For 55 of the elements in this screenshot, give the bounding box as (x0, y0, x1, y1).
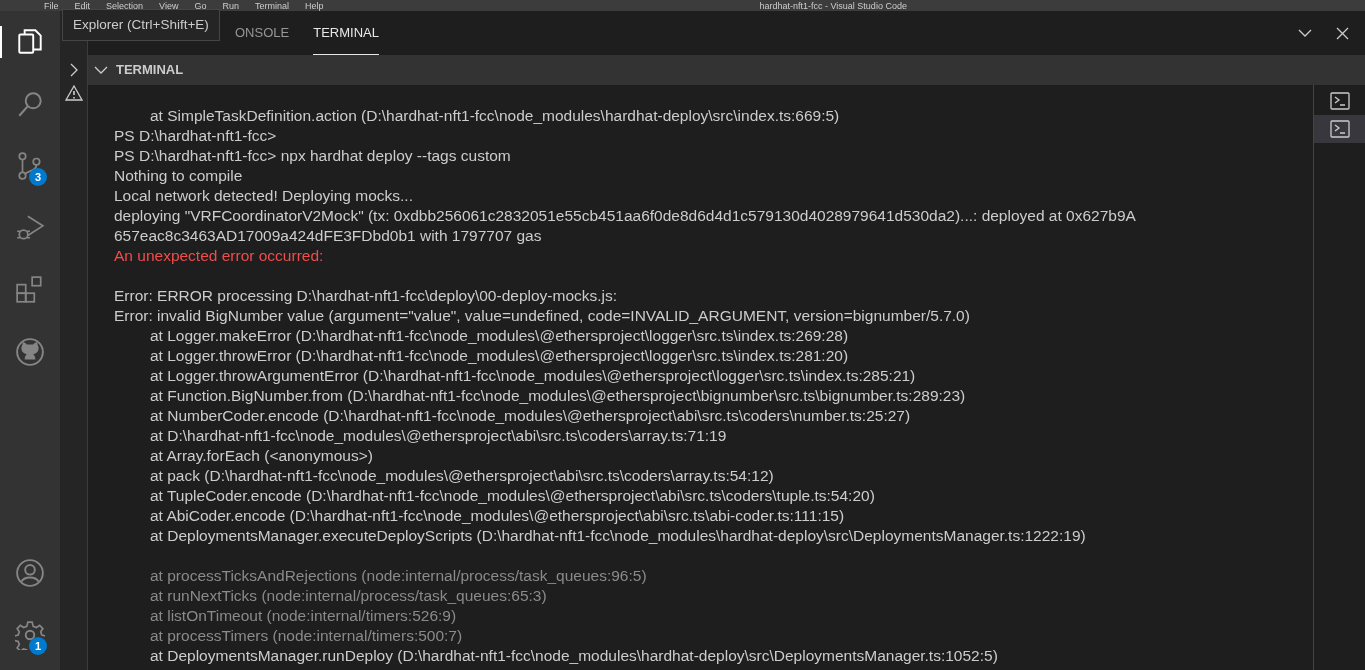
panel-tab[interactable]: ONSOLE (235, 11, 290, 55)
settings-icon[interactable] (15, 620, 45, 650)
chevron-down-icon[interactable] (1298, 28, 1312, 38)
count-badge: 1 (29, 637, 47, 655)
terminal-line: Error: invalid BigNumber value (argument="value", value=undefined, code=INVALID_ARGUMENT, version=bignumber/5.7.0) (114, 306, 971, 326)
terminal-line: at SimpleTaskDefinition.action (D:\hardhat-nft1-fcc\node_modules\hardhat-deploy\src\index.ts:669:5) (149, 106, 841, 126)
terminal-line: Nothing to compile (114, 166, 244, 186)
terminal-line: PS D:\hardhat-nft1-fcc> npx hardhat deploy --tags custom (114, 146, 512, 166)
menu-item[interactable]: Terminal (254, 0, 289, 11)
menu-item[interactable]: Go (194, 0, 207, 11)
menu-item[interactable]: Edit (74, 0, 91, 11)
active-indicator (0, 26, 2, 58)
terminal-line: at Array.forEach (<anonymous>) (149, 446, 374, 466)
terminal-line: at DeploymentsManager.executeDeployScripts (D:\hardhat-nft1-fcc\node_modules\hardhat-deploy\src\DeploymentsManager.ts:1222:19) (149, 526, 1087, 546)
menu-item[interactable]: File (44, 0, 59, 11)
menu-item[interactable]: Help (304, 0, 324, 11)
chevron-down-icon[interactable] (94, 65, 108, 75)
account-icon[interactable] (15, 558, 45, 588)
warning-icon[interactable] (64, 85, 83, 101)
terminal-line: at DeploymentsManager.runDeploy (D:\hardhat-nft1-fcc\node_modules\hardhat-deploy\src\DeploymentsManager.ts:1052:5) (149, 646, 999, 666)
terminal-line: at Function.BigNumber.from (D:\hardhat-nft1-fcc\node_modules\@ethersproject\bignumber\src.ts\bignumber.ts:289:23) (149, 386, 967, 406)
terminal-line: at Logger.makeError (D:\hardhat-nft1-fcc\node_modules\@ethersproject\logger\src.ts\index.ts:269:28) (149, 326, 850, 346)
terminal-line: Error: ERROR processing D:\hardhat-nft1-fcc\deploy\00-deploy-mocks.js: (114, 286, 619, 306)
close-icon[interactable] (1336, 26, 1349, 40)
terminal-icon (1329, 92, 1350, 110)
terminal-line: at pack (D:\hardhat-nft1-fcc\node_modules\@ethersproject\abi\src.ts\coders\array.ts:54:12) (149, 466, 775, 486)
files-icon[interactable] (15, 27, 45, 57)
terminal-line: at Logger.throwArgumentError (D:\hardhat-nft1-fcc\node_modules\@ethersproject\logger\src.ts\index.ts:285:21) (149, 366, 917, 386)
blocks-icon[interactable] (15, 275, 45, 305)
terminal-line: at Logger.throwError (D:\hardhat-nft1-fcc\node_modules\@ethersproject\logger\src.ts\index.ts:281:20) (149, 346, 850, 366)
terminal-line: at runNextTicks (node:internal/process/task_queues:65:3) (149, 586, 548, 606)
menu-item[interactable]: Selection (106, 0, 144, 11)
count-badge: 3 (29, 168, 47, 186)
terminal-line: An unexpected error occurred: (114, 246, 325, 266)
terminal-line: 657eac8c3463AD17009a424dFE3FDbd0b1 with 1797707 gas (114, 226, 543, 246)
window-title: hardhat-nft1-fcc - Visual Studio Code (759, 0, 907, 11)
octocat-icon[interactable] (15, 337, 45, 367)
terminal-line: at D:\hardhat-nft1-fcc\node_modules\@ethersproject\abi\src.ts\coders\array.ts:71:19 (149, 426, 728, 446)
play-bug-icon[interactable] (15, 213, 45, 243)
terminal-line: PS D:\hardhat-nft1-fcc> (114, 126, 278, 146)
terminal-line: at TupleCoder.encode (D:\hardhat-nft1-fcc\node_modules\@ethersproject\abi\src.ts\coders\tuple.ts:54:20) (149, 486, 876, 506)
chevron-right-icon[interactable] (68, 63, 79, 77)
terminal-list-item[interactable] (1314, 115, 1365, 143)
terminal-line: at processTimers (node:internal/timers:500:7) (149, 626, 464, 646)
terminal-line: at listOnTimeout (node:internal/timers:526:9) (149, 606, 458, 626)
menu-item[interactable]: Run (222, 0, 239, 11)
terminal-line: at processTicksAndRejections (node:internal/process/task_queues:96:5) (149, 566, 648, 586)
section-title: TERMINAL (116, 61, 184, 80)
terminal-line: at AbiCoder.encode (D:\hardhat-nft1-fcc\node_modules\@ethersproject\abi\src.ts\abi-coder.ts:111:15) (149, 506, 846, 526)
terminal-line: at NumberCoder.encode (D:\hardhat-nft1-fcc\node_modules\@ethersproject\abi\src.ts\coders\number.ts:25:27) (149, 406, 912, 426)
menu-item[interactable]: View (159, 0, 179, 11)
terminal-line: Local network detected! Deploying mocks... (114, 186, 414, 206)
terminal-icon (1329, 120, 1350, 138)
terminal-line: deploying "VRFCoordinatorV2Mock" (tx: 0xdbb256061c2832051e55cb451aa6f0de8d6d4d1c579130d4028979641d530da2)...: deployed at 0x627b9A (114, 206, 1137, 226)
tooltip: Explorer (Ctrl+Shift+E) (62, 9, 220, 42)
